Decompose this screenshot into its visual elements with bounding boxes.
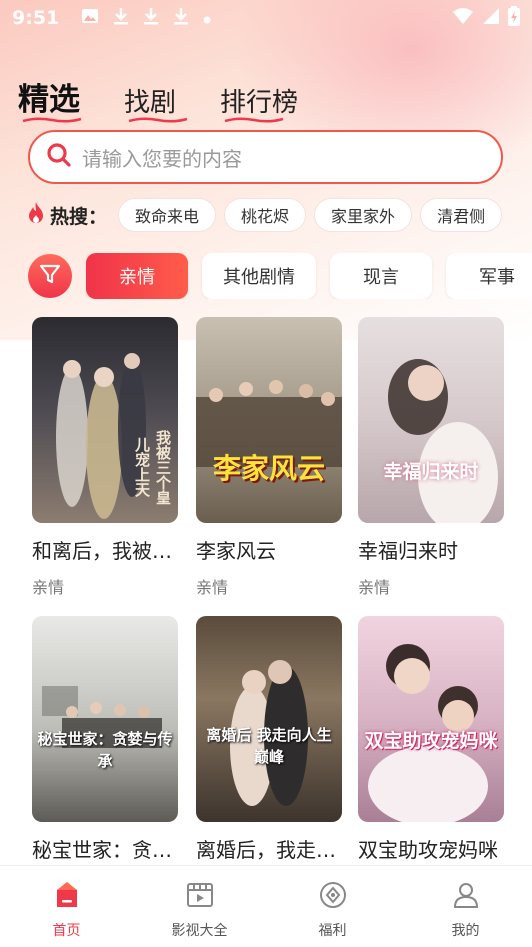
drama-poster: 离婚后 我走向人生巅峰 xyxy=(196,616,342,822)
tab-ranking[interactable]: 排行榜 xyxy=(220,82,299,123)
drama-poster: 我被三个皇儿宠上天 xyxy=(32,317,178,523)
nav-profile[interactable]: 我的 xyxy=(421,880,511,940)
download-notification-icon xyxy=(173,7,189,29)
category-chip-other[interactable]: 其他剧情 xyxy=(202,253,316,299)
flame-icon xyxy=(26,201,46,229)
drama-poster-text: 我被三个皇儿宠上天 xyxy=(133,429,172,505)
tab-ranking-label: 排行榜 xyxy=(220,88,299,118)
film-icon xyxy=(185,880,215,914)
drama-poster: 幸福归来时 xyxy=(358,317,504,523)
drama-poster: 李家风云 xyxy=(196,317,342,523)
drama-title: 李家风云 xyxy=(196,539,276,563)
more-notifications-dot-icon xyxy=(203,9,211,28)
drama-card[interactable]: 离婚后 我走向人生巅峰 离婚后，我走… xyxy=(196,616,342,863)
tab-find-drama-label: 找剧 xyxy=(124,88,177,118)
gift-icon xyxy=(318,880,348,914)
signal-icon xyxy=(482,7,500,29)
category-chip-military[interactable]: 军事 xyxy=(446,253,532,299)
tab-underline-decoration xyxy=(224,117,284,123)
tab-underline-decoration xyxy=(22,117,82,123)
drama-card[interactable]: 我被三个皇儿宠上天 和离后，我被… 亲情 xyxy=(32,317,178,598)
drama-poster: 秘宝世家：贪婪与传承 xyxy=(32,616,178,822)
nav-welfare[interactable]: 福利 xyxy=(288,880,378,940)
status-bar: 9:51 xyxy=(0,0,532,36)
category-chip-modern-romance[interactable]: 现言 xyxy=(330,253,432,299)
drama-title: 秘宝世家：贪… xyxy=(32,838,172,862)
tab-underline-decoration xyxy=(128,117,188,123)
nav-film-library[interactable]: 影视大全 xyxy=(155,880,245,940)
drama-genre: 亲情 xyxy=(358,578,391,597)
drama-card[interactable]: 幸福归来时 幸福归来时 亲情 xyxy=(358,317,504,598)
drama-card[interactable]: 秘宝世家：贪婪与传承 秘宝世家：贪… xyxy=(32,616,178,863)
download-notification-icon xyxy=(113,7,129,29)
nav-film-library-label: 影视大全 xyxy=(171,923,228,939)
bottom-navigation: 首页 影视大全 福利 我的 xyxy=(0,865,532,947)
hot-search-chip[interactable]: 清君侧 xyxy=(421,199,502,231)
wifi-icon xyxy=(452,7,474,29)
top-tabs: 精选 找剧 排行榜 xyxy=(18,74,299,123)
tab-featured-label: 精选 xyxy=(18,82,80,118)
drama-title: 幸福归来时 xyxy=(358,539,458,563)
tab-featured[interactable]: 精选 xyxy=(18,74,82,123)
tab-find-drama[interactable]: 找剧 xyxy=(124,82,188,123)
drama-card[interactable]: 李家风云 李家风云 亲情 xyxy=(196,317,342,598)
nav-home[interactable]: 首页 xyxy=(22,880,112,940)
battery-icon xyxy=(508,6,520,30)
hot-search-chip[interactable]: 家里家外 xyxy=(315,199,412,231)
drama-poster-text: 李家风云 xyxy=(212,452,325,485)
hot-search-chip[interactable]: 桃花烬 xyxy=(225,199,306,231)
download-notification-icon xyxy=(143,7,159,29)
hot-search-bar: 热搜： 致命来电 桃花烬 家里家外 清君侧 xyxy=(26,198,511,232)
drama-poster-text: 离婚后 我走向人生巅峰 xyxy=(206,726,332,766)
drama-poster-text: 秘宝世家：贪婪与传承 xyxy=(37,730,173,770)
nav-home-label: 首页 xyxy=(52,923,81,939)
home-icon xyxy=(52,880,82,914)
user-icon xyxy=(451,880,481,914)
status-time: 9:51 xyxy=(12,7,60,29)
filter-icon xyxy=(38,262,62,290)
drama-title: 和离后，我被… xyxy=(32,539,172,563)
category-chip-family[interactable]: 亲情 xyxy=(86,253,188,299)
search-icon xyxy=(46,142,72,172)
category-filter-row: 亲情 其他剧情 现言 军事 xyxy=(28,253,532,299)
drama-title: 离婚后，我走… xyxy=(196,838,336,862)
drama-genre: 亲情 xyxy=(32,578,65,597)
image-notification-icon xyxy=(81,7,99,29)
drama-card[interactable]: 双宝助攻宠妈咪 双宝助攻宠妈咪 xyxy=(358,616,504,863)
drama-grid: 我被三个皇儿宠上天 和离后，我被… 亲情 李家风云 李家风云 亲情 幸福归来时 … xyxy=(0,317,532,865)
drama-poster-text: 幸福归来时 xyxy=(383,461,479,483)
drama-title: 双宝助攻宠妈咪 xyxy=(358,838,498,862)
search-input[interactable]: 请输入您要的内容 xyxy=(28,130,503,184)
hot-search-chip[interactable]: 致命来电 xyxy=(119,199,216,231)
nav-welfare-label: 福利 xyxy=(318,923,347,939)
drama-poster-text: 双宝助攻宠妈咪 xyxy=(364,730,498,752)
hot-search-label: 热搜： xyxy=(50,205,108,228)
drama-genre: 亲情 xyxy=(196,578,229,597)
nav-profile-label: 我的 xyxy=(451,923,480,939)
filter-button[interactable] xyxy=(28,254,72,298)
drama-poster: 双宝助攻宠妈咪 xyxy=(358,616,504,822)
search-placeholder: 请输入您要的内容 xyxy=(82,146,242,171)
